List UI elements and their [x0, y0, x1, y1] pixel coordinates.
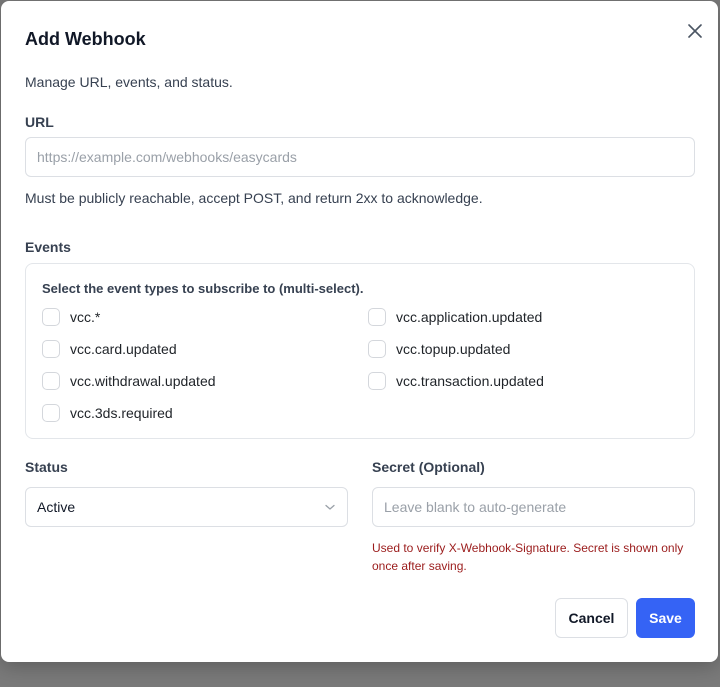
events-label: Events — [25, 239, 71, 255]
event-checkbox-vcc-all[interactable]: vcc.* — [42, 308, 100, 326]
event-label: vcc.card.updated — [70, 341, 177, 357]
add-webhook-dialog: Add Webhook Manage URL, events, and stat… — [1, 1, 718, 662]
event-label: vcc.withdrawal.updated — [70, 373, 216, 389]
event-checkbox-topup-updated[interactable]: vcc.topup.updated — [368, 340, 510, 358]
checkbox[interactable] — [368, 340, 386, 358]
event-checkbox-transaction-updated[interactable]: vcc.transaction.updated — [368, 372, 544, 390]
dialog-subtitle: Manage URL, events, and status. — [25, 74, 233, 90]
events-hint: Select the event types to subscribe to (… — [42, 281, 364, 296]
event-checkbox-application-updated[interactable]: vcc.application.updated — [368, 308, 542, 326]
url-input[interactable] — [25, 137, 695, 177]
close-icon — [688, 24, 702, 38]
status-selected-value: Active — [37, 499, 76, 515]
event-label: vcc.* — [70, 309, 101, 325]
checkbox[interactable] — [368, 372, 386, 390]
url-label: URL — [25, 114, 54, 130]
checkbox[interactable] — [42, 404, 60, 422]
checkbox[interactable] — [42, 308, 60, 326]
close-button[interactable] — [685, 21, 705, 41]
event-checkbox-withdrawal-updated[interactable]: vcc.withdrawal.updated — [42, 372, 216, 390]
secret-input[interactable] — [372, 487, 695, 527]
events-group: Select the event types to subscribe to (… — [25, 263, 695, 439]
save-button[interactable]: Save — [636, 598, 695, 638]
chevron-down-icon — [324, 501, 336, 513]
status-label: Status — [25, 459, 68, 475]
secret-label: Secret (Optional) — [372, 459, 485, 475]
event-checkbox-card-updated[interactable]: vcc.card.updated — [42, 340, 177, 358]
event-label: vcc.transaction.updated — [396, 373, 544, 389]
secret-help-text: Used to verify X-Webhook-Signature. Secr… — [372, 541, 684, 573]
event-label: vcc.3ds.required — [70, 405, 173, 421]
checkbox[interactable] — [42, 340, 60, 358]
event-label: vcc.topup.updated — [396, 341, 511, 357]
url-help-text: Must be publicly reachable, accept POST,… — [25, 190, 483, 206]
checkbox[interactable] — [42, 372, 60, 390]
event-checkbox-3ds-required[interactable]: vcc.3ds.required — [42, 404, 173, 422]
event-label: vcc.application.updated — [396, 309, 543, 325]
cancel-button[interactable]: Cancel — [555, 598, 628, 638]
status-select[interactable]: Active — [25, 487, 348, 527]
dialog-title: Add Webhook — [25, 29, 146, 49]
checkbox[interactable] — [368, 308, 386, 326]
